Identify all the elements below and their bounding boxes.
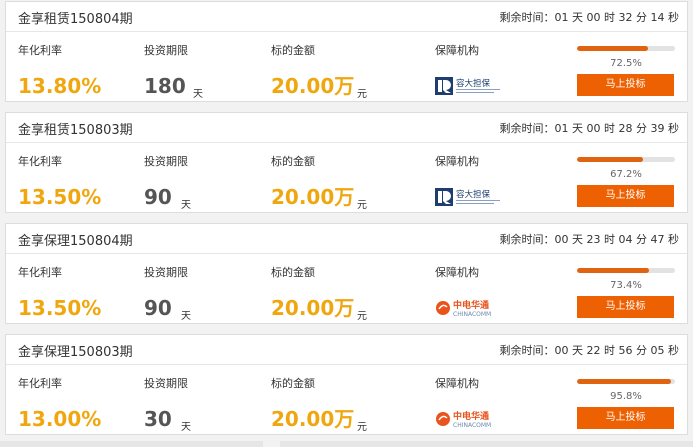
card-header: 金享租赁150803期 剩余时间：01 天 00 时 28 分 39 秒 (6, 113, 687, 143)
chinacomm-logo: 中电华通 CHINACOMM (435, 298, 505, 318)
countdown: 剩余时间：00 天 22 时 56 分 05 秒 (499, 344, 679, 357)
rate-value: 13.50% (18, 296, 102, 320)
rate-label: 年化利率 (18, 44, 62, 57)
svg-text:容大担保: 容大担保 (456, 189, 491, 200)
countdown: 剩余时间：01 天 00 时 32 分 14 秒 (499, 11, 679, 24)
progress-percent: 67.2% (610, 169, 642, 180)
horizontal-scrollbar[interactable] (0, 439, 693, 447)
amount-value: 20.00万 (271, 407, 355, 431)
day-unit: 天 (181, 311, 191, 322)
yuan-unit: 元 (357, 422, 367, 433)
progress-fill (577, 268, 649, 273)
loan-list: 金享租赁150804期 剩余时间：01 天 00 时 32 分 14 秒 年化利… (0, 0, 693, 447)
invest-button[interactable]: 马上投标 (577, 296, 674, 318)
term-label: 投资期限 (144, 266, 188, 279)
rate-label: 年化利率 (18, 155, 62, 168)
progress-bar (577, 157, 675, 162)
card-header: 金享租赁150804期 剩余时间：01 天 00 时 32 分 14 秒 (6, 2, 687, 32)
term-value: 180 (144, 74, 186, 98)
day-unit: 天 (193, 89, 203, 100)
progress-fill (577, 46, 649, 51)
progress-percent: 72.5% (610, 58, 642, 69)
progress-percent: 95.8% (610, 391, 642, 402)
progress-fill (577, 157, 643, 162)
guarantor-label: 保障机构 (435, 155, 479, 168)
progress-fill (577, 379, 671, 384)
scrollbar-track-left (0, 441, 263, 447)
svg-text:中电华通: 中电华通 (453, 299, 489, 311)
amount-value: 20.00万 (271, 296, 355, 320)
svg-text:CHINACOMM: CHINACOMM (453, 422, 491, 429)
invest-button[interactable]: 马上投标 (577, 74, 674, 96)
term-value: 90 (144, 296, 172, 320)
rate-value: 13.50% (18, 185, 102, 209)
card-header: 金享保理150804期 剩余时间：00 天 23 时 04 分 47 秒 (6, 224, 687, 254)
rate-value: 13.80% (18, 74, 102, 98)
svg-text:中电华通: 中电华通 (453, 410, 489, 422)
chinacomm-logo: 中电华通 CHINACOMM (435, 409, 505, 429)
progress-bar (577, 268, 675, 273)
svg-text:容大担保: 容大担保 (456, 78, 491, 89)
progress-bar (577, 379, 675, 384)
rate-value: 13.00% (18, 407, 102, 431)
loan-title[interactable]: 金享租赁150804期 (18, 8, 133, 27)
rongda-guarantee-logo: 容大担保 (435, 187, 505, 207)
invest-button[interactable]: 马上投标 (577, 407, 674, 429)
loan-card: 金享租赁150803期 剩余时间：01 天 00 时 28 分 39 秒 年化利… (5, 112, 688, 213)
term-label: 投资期限 (144, 155, 188, 168)
guarantor-label: 保障机构 (435, 266, 479, 279)
amount-label: 标的金额 (271, 155, 315, 168)
guarantor-label: 保障机构 (435, 377, 479, 390)
rate-label: 年化利率 (18, 266, 62, 279)
card-header: 金享保理150803期 剩余时间：00 天 22 时 56 分 05 秒 (6, 335, 687, 365)
amount-label: 标的金额 (271, 377, 315, 390)
progress-bar (577, 46, 675, 51)
guarantor-label: 保障机构 (435, 44, 479, 57)
amount-value: 20.00万 (271, 185, 355, 209)
yuan-unit: 元 (357, 89, 367, 100)
amount-label: 标的金额 (271, 266, 315, 279)
term-value: 30 (144, 407, 172, 431)
yuan-unit: 元 (357, 200, 367, 211)
loan-title[interactable]: 金享保理150803期 (18, 341, 133, 360)
amount-label: 标的金额 (271, 44, 315, 57)
svg-text:CHINACOMM: CHINACOMM (453, 311, 491, 318)
countdown: 剩余时间：01 天 00 时 28 分 39 秒 (499, 122, 679, 135)
scrollbar-track-right (280, 441, 693, 447)
loan-card: 金享租赁150804期 剩余时间：01 天 00 时 32 分 14 秒 年化利… (5, 1, 688, 102)
yuan-unit: 元 (357, 311, 367, 322)
amount-value: 20.00万 (271, 74, 355, 98)
rate-label: 年化利率 (18, 377, 62, 390)
term-label: 投资期限 (144, 44, 188, 57)
day-unit: 天 (181, 200, 191, 211)
invest-button[interactable]: 马上投标 (577, 185, 674, 207)
loan-card: 金享保理150804期 剩余时间：00 天 23 时 04 分 47 秒 年化利… (5, 223, 688, 324)
loan-card: 金享保理150803期 剩余时间：00 天 22 时 56 分 05 秒 年化利… (5, 334, 688, 435)
loan-title[interactable]: 金享保理150804期 (18, 230, 133, 249)
progress-percent: 73.4% (610, 280, 642, 291)
loan-title[interactable]: 金享租赁150803期 (18, 119, 133, 138)
rongda-guarantee-logo: 容大担保 (435, 76, 505, 96)
term-value: 90 (144, 185, 172, 209)
term-label: 投资期限 (144, 377, 188, 390)
countdown: 剩余时间：00 天 23 时 04 分 47 秒 (499, 233, 679, 246)
day-unit: 天 (181, 422, 191, 433)
